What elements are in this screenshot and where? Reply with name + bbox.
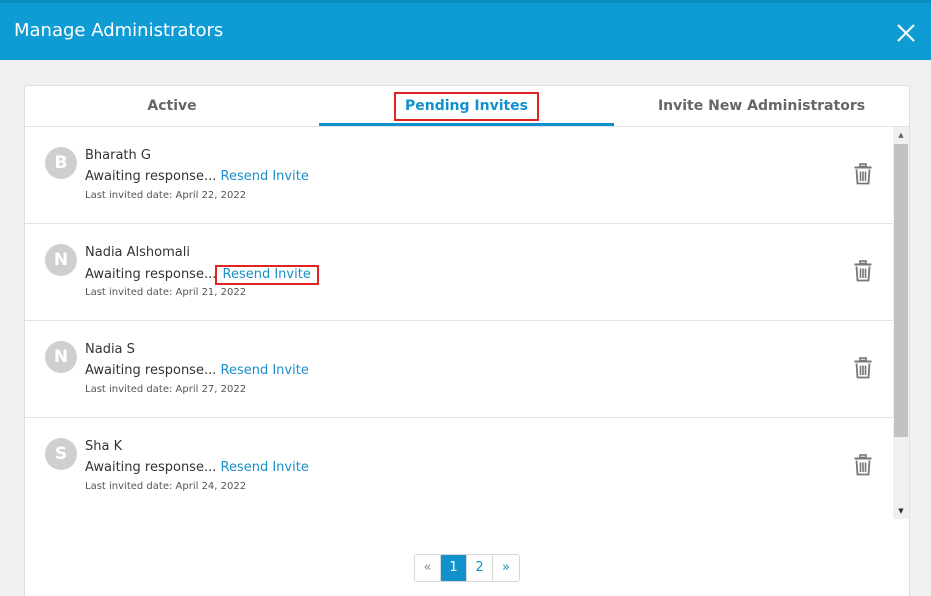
invitee-name: Sha K: [85, 439, 123, 454]
date-value: April 24, 2022: [175, 481, 247, 492]
manage-administrators-modal: Manage Administrators Active Pending Inv…: [0, 0, 931, 596]
next-page-button[interactable]: »: [493, 555, 519, 581]
list-scrollbar[interactable]: ▲ ▼: [893, 127, 909, 519]
pagination: « 1 2 »: [414, 554, 520, 582]
resend-invite-link[interactable]: Resend Invite: [214, 265, 319, 285]
date-value: April 22, 2022: [175, 190, 247, 201]
trash-icon[interactable]: [853, 260, 873, 282]
last-invited-date: Last invited date: April 24, 2022: [85, 480, 246, 494]
avatar: N: [45, 341, 77, 373]
last-invited-date: Last invited date: April 21, 2022: [85, 286, 246, 300]
close-icon[interactable]: [897, 24, 915, 42]
status-text: Awaiting response...: [85, 267, 217, 282]
scroll-up-arrow-icon[interactable]: ▲: [893, 127, 909, 143]
modal-title: Manage Administrators: [14, 20, 224, 41]
tab-pending-invites-label: Pending Invites: [393, 92, 540, 121]
last-invited-date: Last invited date: April 22, 2022: [85, 189, 246, 203]
trash-icon[interactable]: [853, 357, 873, 379]
date-value: April 27, 2022: [175, 384, 247, 395]
status-text: Awaiting response...: [85, 460, 217, 475]
invite-status: Awaiting response... Resend Invite: [85, 459, 309, 477]
trash-icon[interactable]: [853, 163, 873, 185]
trash-icon[interactable]: [853, 454, 873, 476]
modal-header: Manage Administrators: [0, 0, 931, 60]
scroll-down-arrow-icon[interactable]: ▼: [893, 503, 909, 519]
pending-invites-list: B Bharath G Awaiting response... Resend …: [25, 127, 893, 514]
tab-invite-new-administrators[interactable]: Invite New Administrators: [614, 86, 909, 127]
previous-page-button[interactable]: «: [415, 555, 441, 581]
invite-row: S Sha K Awaiting response... Resend Invi…: [25, 418, 893, 514]
invite-row: B Bharath G Awaiting response... Resend …: [25, 127, 893, 224]
page-2-button[interactable]: 2: [467, 555, 493, 581]
date-label: Last invited date:: [85, 384, 173, 395]
invite-status: Awaiting response... Resend Invite: [85, 265, 319, 285]
last-invited-date: Last invited date: April 27, 2022: [85, 383, 246, 397]
invite-row: N Nadia S Awaiting response... Resend In…: [25, 321, 893, 418]
avatar: B: [45, 147, 77, 179]
invite-status: Awaiting response... Resend Invite: [85, 168, 309, 186]
tab-pending-invites[interactable]: Pending Invites: [319, 86, 614, 127]
date-label: Last invited date:: [85, 481, 173, 492]
invitee-name: Bharath G: [85, 148, 151, 163]
status-text: Awaiting response...: [85, 169, 217, 184]
active-tab-indicator: [319, 123, 614, 126]
status-text: Awaiting response...: [85, 363, 217, 378]
date-label: Last invited date:: [85, 287, 173, 298]
date-value: April 21, 2022: [175, 287, 247, 298]
invitee-name: Nadia S: [85, 342, 135, 357]
scrollbar-thumb[interactable]: [894, 144, 908, 437]
invite-row: N Nadia Alshomali Awaiting response... R…: [25, 224, 893, 321]
avatar: S: [45, 438, 77, 470]
resend-invite-link[interactable]: Resend Invite: [221, 460, 309, 475]
resend-invite-link[interactable]: Resend Invite: [221, 363, 309, 378]
admin-panel: Active Pending Invites Invite New Admini…: [24, 85, 910, 596]
tab-bar: Active Pending Invites Invite New Admini…: [25, 86, 909, 127]
avatar: N: [45, 244, 77, 276]
tab-active[interactable]: Active: [25, 86, 319, 127]
tab-invite-new-label: Invite New Administrators: [657, 98, 866, 114]
tab-active-label: Active: [147, 98, 197, 114]
invite-status: Awaiting response... Resend Invite: [85, 362, 309, 380]
page-1-button[interactable]: 1: [441, 555, 467, 581]
invitee-name: Nadia Alshomali: [85, 245, 190, 260]
resend-invite-link[interactable]: Resend Invite: [221, 169, 309, 184]
date-label: Last invited date:: [85, 190, 173, 201]
